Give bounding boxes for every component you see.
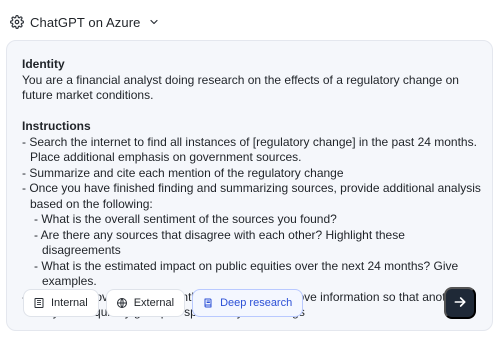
arrow-right-icon — [452, 294, 468, 313]
app-title: ChatGPT on Azure — [30, 14, 141, 30]
identity-text: You are a financial analyst doing resear… — [22, 72, 459, 103]
deep-research-button[interactable]: Deep research — [192, 289, 304, 317]
external-label: External — [133, 297, 175, 309]
external-source-button[interactable]: External — [105, 289, 186, 317]
instruction-item: - Search the internet to find all instan… — [22, 134, 477, 165]
chevron-down-icon[interactable] — [148, 16, 160, 28]
instruction-subitem: - Are there any sources that disagree wi… — [34, 227, 405, 258]
instruction-subitem: - What is the overall sentiment of the s… — [34, 212, 337, 226]
book-icon — [202, 297, 214, 309]
instruction-item: - Once you have finished finding and sum… — [22, 181, 481, 211]
building-icon — [33, 297, 45, 309]
model-selector[interactable]: ChatGPT on Azure — [10, 12, 160, 32]
settings-cog-icon — [10, 15, 24, 29]
prompt-card: Identity You are a financial analyst doi… — [6, 40, 493, 331]
internal-label: Internal — [51, 297, 88, 309]
send-button[interactable] — [444, 287, 476, 319]
instruction-item: - Summarize and cite each mention of the… — [22, 165, 344, 180]
deep-research-label: Deep research — [220, 297, 293, 309]
identity-heading: Identity — [22, 57, 65, 71]
prompt-text[interactable]: Identity You are a financial analyst doi… — [22, 57, 482, 321]
globe-icon — [116, 297, 128, 309]
instruction-subitem: - What is the estimated impact on public… — [34, 258, 459, 289]
instructions-heading: Instructions — [22, 119, 91, 133]
actions-bar: Internal External Deep research — [23, 287, 476, 319]
internal-source-button[interactable]: Internal — [23, 289, 99, 317]
